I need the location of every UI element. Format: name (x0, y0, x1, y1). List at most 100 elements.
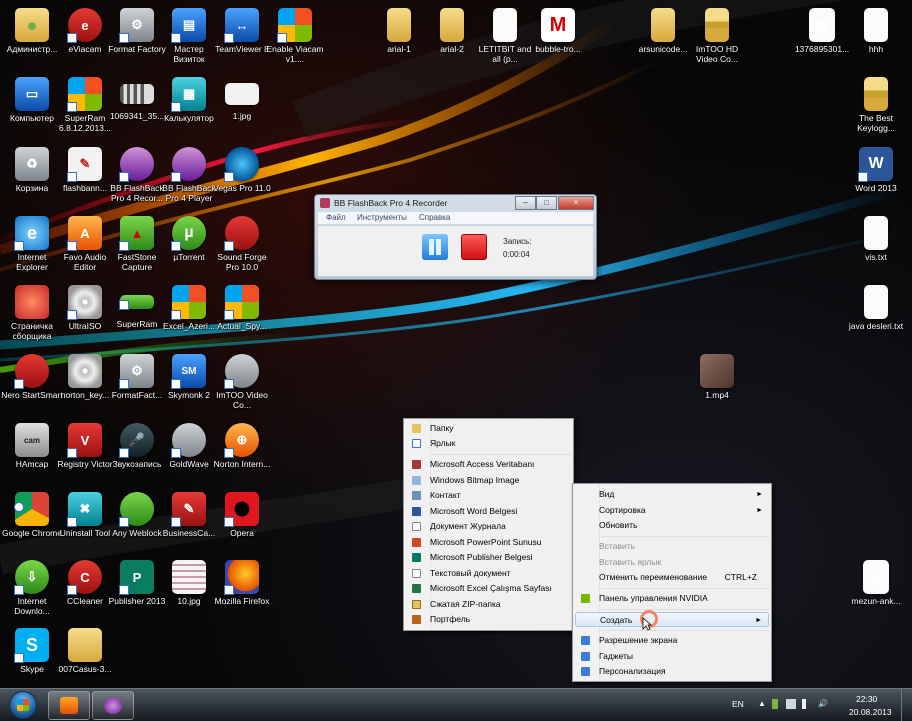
shortcut-icon (412, 439, 421, 448)
menu-item-view[interactable]: Вид ► (575, 487, 769, 502)
taskbar-flashback-recorder[interactable] (92, 691, 134, 720)
tray-expand-icon[interactable]: ▲ (757, 699, 767, 709)
goldwave-icon (171, 423, 206, 458)
desktop-icon-opera[interactable]: Opera (211, 490, 273, 554)
submenu-item-text-document[interactable]: Текстовый документ (406, 566, 571, 581)
desktop-icon-arsunicode[interactable]: arsunicode... (632, 6, 694, 70)
video-file-icon (700, 354, 734, 388)
desktop-icon-hhh[interactable]: hhh (845, 6, 907, 70)
excel-icon (412, 584, 421, 593)
desktop[interactable]: ☻ Администр... ▭ Компьютер ♻ Корзина e I… (0, 0, 912, 688)
stop-button[interactable] (461, 234, 487, 260)
start-button[interactable] (6, 691, 42, 719)
menu-item-label: Ярлык (430, 438, 456, 448)
menu-item-label: Windows Bitmap Image (430, 475, 520, 485)
desktop-icon-actual-spy[interactable]: Actual_Spy... (211, 283, 273, 347)
menu-file[interactable]: Файл (326, 213, 346, 222)
desktop-icon-norton[interactable]: ⊕ Norton Intern... (211, 421, 273, 485)
recording-time: 0:00:04 (503, 250, 530, 259)
desktop-icon-label: ImTOO HD Video Co... (695, 44, 739, 64)
flashback-recorder-icon (119, 147, 154, 182)
submenu-item-powerpoint[interactable]: Microsoft PowerPoint Sunusu (406, 535, 571, 550)
pause-button[interactable] (422, 234, 448, 260)
text-file-icon (864, 285, 888, 319)
submenu-item-zip[interactable]: Сжатая ZIP-папка (406, 597, 571, 612)
show-desktop-button[interactable] (901, 689, 912, 721)
window-titlebar[interactable]: BB FlashBack Pro 4 Recorder – □ × (315, 195, 596, 212)
close-button[interactable]: × (558, 196, 594, 210)
word-document-icon: W (809, 8, 835, 42)
submenu-item-folder[interactable]: Папку (406, 421, 571, 436)
archive-folder-icon (864, 77, 888, 111)
desktop-icon-mezun-ank[interactable]: W mezun-ank... (845, 558, 907, 622)
menu-item-undo-rename[interactable]: Отменить переименование CTRL+Z (575, 570, 769, 585)
language-indicator[interactable]: EN (732, 699, 744, 709)
clock-date[interactable]: 20.08.2013 (849, 707, 892, 717)
submenu-item-publisher[interactable]: Microsoft Publisher Belgesi (406, 550, 571, 565)
flashback-recorder-window[interactable]: BB FlashBack Pro 4 Recorder – □ × Файл И… (314, 194, 597, 280)
menu-item-paste-shortcut[interactable]: Вставить ярлык (575, 555, 769, 570)
desktop-icon-vis-txt[interactable]: vis.txt (845, 214, 907, 278)
submenu-item-bitmap[interactable]: Windows Bitmap Image (406, 473, 571, 488)
menu-item-label: Microsoft Excel Çalışma Sayfası (430, 583, 552, 593)
menu-item-sort[interactable]: Сортировка ► (575, 503, 769, 518)
film-reel-icon (224, 354, 259, 389)
menu-tools[interactable]: Инструменты (357, 213, 407, 222)
powerpoint-icon (412, 538, 421, 547)
nero-icon (14, 354, 49, 389)
clock-time[interactable]: 22:30 (856, 694, 877, 704)
desktop-icon-label: hhh (868, 44, 884, 54)
menu-item-personalize[interactable]: Персонализация (575, 664, 769, 679)
desktop-icon-label: 1.mp4 (705, 390, 729, 400)
desktop-icon-java-desleri[interactable]: java desleri.txt (845, 283, 907, 347)
menu-item-gadgets[interactable]: Гаджеты (575, 649, 769, 664)
minimize-button[interactable]: – (515, 196, 536, 210)
utorrent-icon: µ (171, 216, 206, 251)
desktop-icon-1jpg[interactable]: 1.jpg (211, 75, 273, 139)
flashback-player-icon (171, 147, 206, 182)
taskbar-media-player[interactable] (48, 691, 90, 720)
text-document-icon (412, 569, 421, 578)
menu-item-paste[interactable]: Вставить (575, 539, 769, 554)
menu-help[interactable]: Справка (419, 213, 450, 222)
flashback-app-icon (320, 198, 330, 208)
submenu-item-word[interactable]: Microsoft Word Belgesi (406, 504, 571, 519)
menu-item-refresh[interactable]: Обновить (575, 518, 769, 533)
menu-item-nvidia[interactable]: Панель управления NVIDIA (575, 591, 769, 606)
menu-item-create[interactable]: Создать ► (575, 612, 769, 627)
desktop-icon-bubble-trouble[interactable]: M bubble-tro... (527, 6, 589, 70)
volume-icon[interactable]: 🔊 (818, 699, 828, 709)
desktop-icon-imtoo-video[interactable]: ImTOO Video Co... (211, 352, 273, 416)
menu-item-label: Microsoft Publisher Belgesi (430, 552, 533, 562)
desktop-icon-imtoo-hd[interactable]: ImTOO HD Video Co... (686, 6, 748, 70)
desktop-icon-vegas[interactable]: Vegas Pro 11.0 (211, 145, 273, 209)
desktop-icon-007casus[interactable]: 007Casus-3... (54, 626, 116, 688)
flag-icon[interactable] (786, 699, 796, 709)
submenu-item-contact[interactable]: Контакт (406, 488, 571, 503)
submenu-item-access[interactable]: Microsoft Access Veritabanı (406, 457, 571, 472)
desktop-icon-1mp4[interactable]: 1.mp4 (686, 352, 748, 416)
teamviewer-icon: ↔ (224, 8, 259, 43)
folder-icon (440, 8, 464, 42)
taskbar: EN ▲ 🔊 22:30 20.08.2013 (0, 688, 912, 721)
desktop-icon-keylogger[interactable]: The Best Keylogg... (845, 75, 907, 139)
media-player-icon (60, 697, 78, 714)
business-card-icon: ✎ (171, 492, 206, 527)
recorder-controls: Запись: 0:00:04 (318, 226, 593, 276)
network-icon[interactable] (802, 699, 812, 709)
battery-icon[interactable] (772, 699, 778, 709)
desktop-icon-word-2013[interactable]: W Word 2013 (845, 145, 907, 209)
submenu-item-shortcut[interactable]: Ярлык (406, 436, 571, 451)
menu-item-shortcut: CTRL+Z (724, 572, 757, 582)
desktop-icon-enable-viacam[interactable]: Enable Viacam v1.... (264, 6, 326, 70)
submenu-item-journal[interactable]: Документ Журнала (406, 519, 571, 534)
windows-installer-icon (224, 285, 259, 320)
desktop-icon-word-doc-1376[interactable]: W 1376895301... (791, 6, 853, 70)
submenu-item-briefcase[interactable]: Портфель (406, 612, 571, 627)
desktop-icon-sound-forge[interactable]: Sound Forge Pro 10.0 (211, 214, 273, 278)
folder-icon (68, 628, 102, 662)
submenu-item-excel[interactable]: Microsoft Excel Çalışma Sayfası (406, 581, 571, 596)
desktop-icon-firefox[interactable]: Mozilla Firefox (211, 558, 273, 622)
maximize-button[interactable]: □ (536, 196, 557, 210)
menu-item-screen-resolution[interactable]: Разрешение экрана (575, 633, 769, 648)
